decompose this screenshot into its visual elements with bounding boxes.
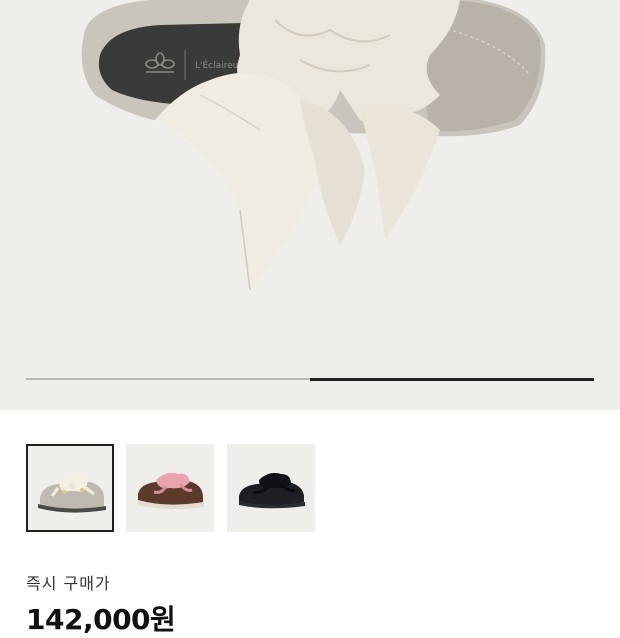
product-image-gallery[interactable]: L'Éclaireur — [0, 0, 620, 410]
instant-buy-price-label: 즉시 구매가 — [26, 574, 111, 593]
thumbnail-brown-pink-sneaker[interactable] — [126, 444, 214, 532]
thumbnail-black-sneaker[interactable] — [227, 444, 315, 532]
gallery-progress-bar — [26, 377, 594, 381]
thumbnail-ivory-sneaker[interactable] — [26, 444, 114, 532]
gallery-progress-indicator — [310, 377, 594, 381]
main-product-image: L'Éclaireur — [81, 0, 546, 291]
insole-brand-text: L'Éclaireur — [195, 59, 242, 71]
instant-buy-price: 142,000원 — [26, 603, 176, 636]
